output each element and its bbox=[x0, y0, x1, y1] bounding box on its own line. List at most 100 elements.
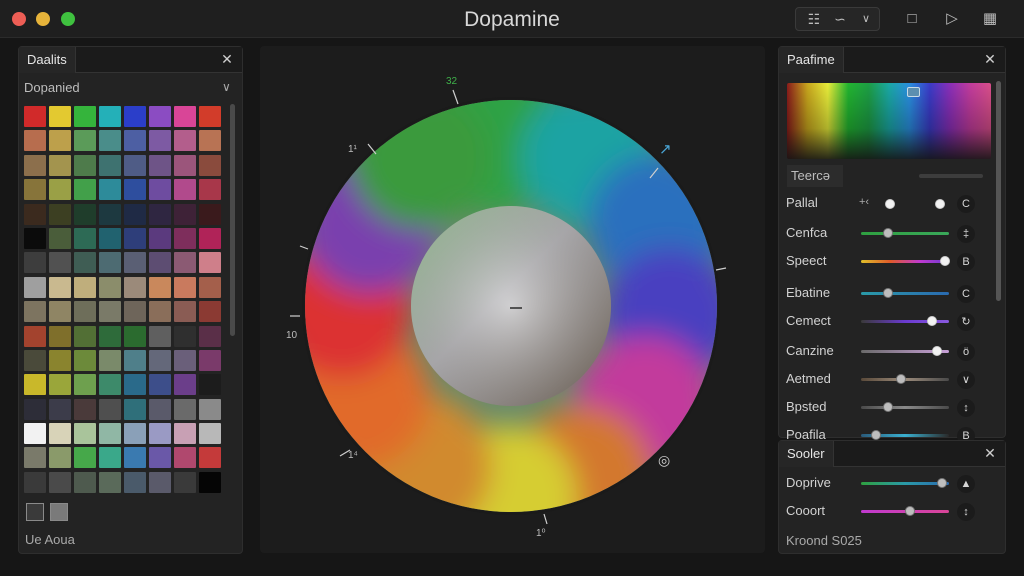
color-swatch[interactable] bbox=[174, 447, 196, 469]
color-swatch[interactable] bbox=[49, 447, 71, 469]
color-swatch[interactable] bbox=[74, 203, 96, 225]
color-swatch[interactable] bbox=[149, 130, 171, 152]
slider-track[interactable] bbox=[861, 406, 949, 409]
color-swatch[interactable] bbox=[99, 374, 121, 396]
color-swatch[interactable] bbox=[149, 252, 171, 274]
slider-knob[interactable] bbox=[882, 288, 893, 298]
color-swatch[interactable] bbox=[199, 423, 221, 445]
color-swatch[interactable] bbox=[199, 130, 221, 152]
color-swatch[interactable] bbox=[199, 203, 221, 225]
color-swatch[interactable] bbox=[149, 349, 171, 371]
color-swatch[interactable] bbox=[149, 423, 171, 445]
color-swatch[interactable] bbox=[49, 374, 71, 396]
slider-track[interactable] bbox=[861, 292, 949, 295]
tab-palette[interactable]: Paafime bbox=[779, 47, 844, 73]
scale-icon[interactable]: ▲ bbox=[957, 475, 975, 493]
color-swatch[interactable] bbox=[199, 471, 221, 493]
reset-icon[interactable]: C bbox=[957, 285, 975, 303]
slider-knob[interactable] bbox=[927, 316, 938, 326]
color-swatch[interactable] bbox=[99, 106, 121, 127]
color-swatch[interactable] bbox=[24, 154, 46, 176]
color-swatch[interactable] bbox=[24, 203, 46, 225]
camera-icon[interactable]: ◎ bbox=[658, 452, 670, 469]
chevron-down-icon[interactable]: ∨ bbox=[854, 8, 878, 30]
color-swatch[interactable] bbox=[99, 423, 121, 445]
color-swatch[interactable] bbox=[174, 154, 196, 176]
color-swatch[interactable] bbox=[99, 203, 121, 225]
slider-knob[interactable] bbox=[882, 402, 893, 412]
color-swatch[interactable] bbox=[49, 349, 71, 371]
toggle-knob[interactable] bbox=[935, 199, 945, 209]
color-wheel[interactable] bbox=[260, 46, 765, 553]
color-swatch[interactable] bbox=[49, 301, 71, 323]
color-swatch[interactable] bbox=[49, 130, 71, 152]
scale-slider-track[interactable] bbox=[861, 482, 949, 485]
color-swatch[interactable] bbox=[99, 447, 121, 469]
color-swatch[interactable] bbox=[49, 203, 71, 225]
color-swatch[interactable] bbox=[124, 301, 146, 323]
color-swatch[interactable] bbox=[199, 374, 221, 396]
color-swatch[interactable] bbox=[124, 106, 146, 127]
color-swatch[interactable] bbox=[124, 130, 146, 152]
color-swatch[interactable] bbox=[99, 349, 121, 371]
color-swatch[interactable] bbox=[24, 423, 46, 445]
color-swatch[interactable] bbox=[49, 398, 71, 420]
color-swatch[interactable] bbox=[149, 276, 171, 298]
color-swatch[interactable] bbox=[199, 398, 221, 420]
color-swatch[interactable] bbox=[99, 252, 121, 274]
color-swatch[interactable] bbox=[174, 179, 196, 201]
color-swatch[interactable] bbox=[99, 130, 121, 152]
color-swatch[interactable] bbox=[124, 349, 146, 371]
close-icon[interactable]: ✕ bbox=[218, 49, 236, 69]
color-swatch[interactable] bbox=[174, 398, 196, 420]
tab-scaler[interactable]: Sooler bbox=[779, 441, 834, 467]
color-swatch[interactable] bbox=[74, 398, 96, 420]
color-swatch[interactable] bbox=[199, 325, 221, 347]
color-swatch[interactable] bbox=[49, 227, 71, 249]
color-swatch[interactable] bbox=[49, 423, 71, 445]
color-swatch[interactable] bbox=[49, 276, 71, 298]
color-swatch[interactable] bbox=[174, 423, 196, 445]
color-swatch[interactable] bbox=[24, 106, 46, 127]
color-swatch[interactable] bbox=[174, 471, 196, 493]
color-swatch[interactable] bbox=[74, 301, 96, 323]
background-swatch[interactable] bbox=[50, 503, 68, 521]
color-swatch[interactable] bbox=[149, 203, 171, 225]
adjustments-scrollbar[interactable] bbox=[996, 81, 1001, 301]
reset-icon[interactable]: ↕ bbox=[957, 399, 975, 417]
color-swatch[interactable] bbox=[49, 106, 71, 127]
color-swatch[interactable] bbox=[149, 471, 171, 493]
calendar-icon[interactable]: ☷ bbox=[802, 8, 826, 30]
color-swatch[interactable] bbox=[74, 252, 96, 274]
color-swatch[interactable] bbox=[124, 276, 146, 298]
color-swatch[interactable] bbox=[149, 106, 171, 127]
color-swatch[interactable] bbox=[199, 179, 221, 201]
color-swatch[interactable] bbox=[74, 179, 96, 201]
color-swatch[interactable] bbox=[149, 325, 171, 347]
color-swatch[interactable] bbox=[49, 471, 71, 493]
color-swatch[interactable] bbox=[74, 130, 96, 152]
color-swatch[interactable] bbox=[199, 227, 221, 249]
scale-slider-knob[interactable] bbox=[904, 506, 915, 516]
color-swatch[interactable] bbox=[49, 325, 71, 347]
palette-scrollbar[interactable] bbox=[230, 104, 235, 336]
expand-arrow-icon[interactable]: ↗ bbox=[659, 140, 672, 158]
color-swatch[interactable] bbox=[74, 154, 96, 176]
slider-knob[interactable] bbox=[896, 374, 907, 384]
spectrum-picker[interactable] bbox=[787, 83, 991, 159]
color-swatch[interactable] bbox=[199, 276, 221, 298]
slider-knob[interactable] bbox=[940, 256, 950, 266]
canvas[interactable]: 32 1¹ 10 1⁴ 1⁰ ↗ ◎ bbox=[260, 46, 765, 553]
color-swatch[interactable] bbox=[99, 179, 121, 201]
color-swatch[interactable] bbox=[174, 252, 196, 274]
color-swatch[interactable] bbox=[24, 179, 46, 201]
color-swatch[interactable] bbox=[99, 276, 121, 298]
color-swatch[interactable] bbox=[149, 374, 171, 396]
slider-knob[interactable] bbox=[882, 228, 893, 238]
color-swatch[interactable] bbox=[149, 179, 171, 201]
color-swatch[interactable] bbox=[99, 301, 121, 323]
color-swatch[interactable] bbox=[124, 325, 146, 347]
color-swatch[interactable] bbox=[74, 447, 96, 469]
color-swatch[interactable] bbox=[74, 349, 96, 371]
tag-icon[interactable]: ▷ bbox=[940, 8, 964, 30]
